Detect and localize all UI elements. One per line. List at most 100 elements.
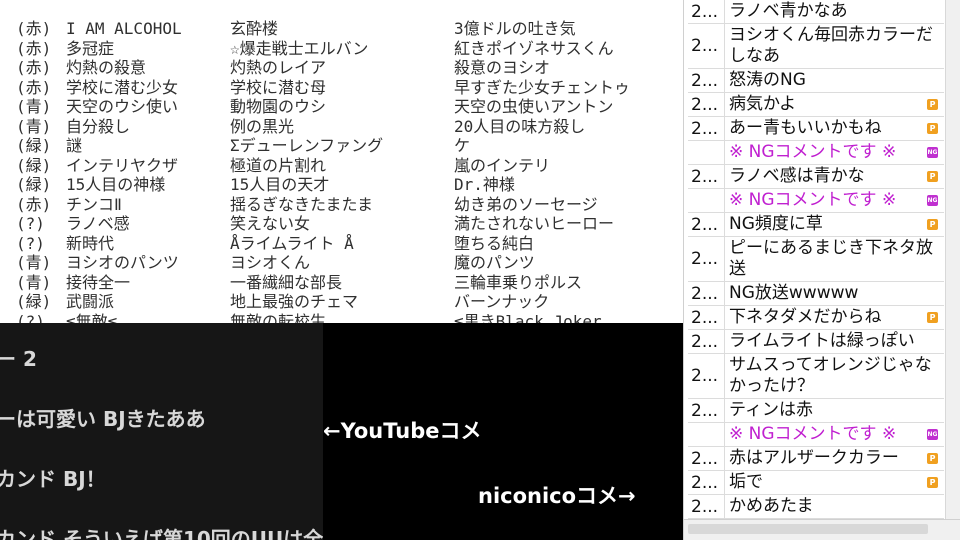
comment-row[interactable]: ※ NGコメントです ※ NG — [688, 423, 944, 447]
comment-text: 垢で — [729, 472, 763, 492]
comment-row[interactable]: 2... NG頻度に草 P — [688, 213, 944, 237]
name-cell: 学校に潜む少女 — [66, 77, 179, 97]
comment-row[interactable]: 2... サムスってオレンジじゃなかったけ？ — [688, 354, 944, 399]
name-cell: 早すぎた少女チェントゥ — [454, 77, 631, 97]
name-cell: 無敵の転校生 — [230, 311, 327, 324]
team-color: (緑) — [16, 175, 52, 194]
comment-row[interactable]: 2... あー青もいいかもね P — [688, 117, 944, 141]
ng-icon: NG — [927, 429, 938, 440]
comment-row[interactable]: 2... ラノベ感は青かな P — [688, 165, 944, 189]
premium-icon: P — [927, 453, 938, 464]
name-cell: 殺意のヨシオ — [454, 58, 551, 77]
name-cell: 紅きポイゾネサスくん — [454, 38, 614, 58]
premium-icon: P — [927, 312, 938, 323]
name-cell: 灼熱の殺意 — [66, 58, 147, 77]
niconico-label: niconicoコメ→ — [478, 484, 636, 508]
team-color: (緑) — [16, 155, 52, 175]
comment-number: 2... — [688, 117, 725, 140]
comment-row[interactable]: 2... 怒涛のNG — [688, 69, 944, 93]
name-cell: 学校に潜む母 — [230, 77, 327, 97]
table-row: (青) 自分殺し 例の黒光 20人目の味方殺し — [0, 117, 683, 136]
comment-number — [688, 423, 725, 446]
comment-text: ヨシオくん毎回赤カラーだしなあ — [729, 25, 933, 66]
name-cell: 幼き弟のソーセージ — [454, 194, 598, 214]
name-cell: 満たされないヒーロー — [454, 214, 615, 233]
name-cell: 堕ちる純白 — [454, 233, 535, 253]
comment-row[interactable]: 2... かめあたま — [688, 495, 944, 519]
ng-comment-text: ※ NGコメントです ※ — [729, 424, 897, 444]
table-row: (?) 新時代 Åライムライト Å 堕ちる純白 — [0, 234, 683, 253]
table-row: (?) ラノベ感 笑えない女 満たされないヒーロー — [0, 214, 683, 233]
comment-text: ピーにあるまじき下ネタ放送 — [729, 238, 933, 279]
youtube-chat-panel: ー 2 ーは可愛い BJきたああ カンド BJ！ カンド そういえば第10回のUUは全 — [0, 323, 323, 540]
name-cell: 例の黒光 — [230, 116, 295, 136]
premium-icon: P — [927, 99, 938, 110]
name-cell: I AM ALCOHOL — [66, 19, 182, 38]
chat-message: ー 2 — [0, 347, 37, 371]
table-row: (赤) 灼熱の殺意 灼熱のレイア 殺意のヨシオ — [0, 58, 683, 77]
name-cell: ヨシオのパンツ — [66, 253, 179, 272]
comment-row[interactable]: 2... ヨシオくん毎回赤カラーだしなあ — [688, 24, 944, 69]
comment-row[interactable]: 2... ライムライトは緑っぽい — [688, 330, 944, 354]
table-row: (緑) 武闘派 地上最強のチェマ バーンナック — [0, 292, 683, 311]
comment-number — [688, 141, 725, 164]
comment-row[interactable]: 2... ティンは赤 — [688, 399, 944, 423]
comment-text: サムスってオレンジじゃなかったけ？ — [729, 355, 932, 396]
name-cell: 玄酔楼 — [230, 19, 279, 38]
comment-number: 2... — [688, 399, 725, 422]
comment-text: ティンは赤 — [729, 400, 813, 420]
youtube-label: ←YouTubeコメ — [323, 419, 482, 443]
label-area: ←YouTubeコメ niconicoコメ→ — [323, 323, 683, 540]
table-row: (赤) 学校に潜む少女 学校に潜む母 早すぎた少女チェントゥ — [0, 78, 683, 97]
comment-text: ライムライトは緑っぽい — [729, 331, 915, 351]
comment-number: 2... — [688, 213, 725, 236]
name-cell: Åライムライト Å — [230, 233, 354, 253]
comment-row[interactable]: 2... 病気かよ P — [688, 93, 944, 117]
team-color: (赤) — [16, 77, 52, 97]
name-cell: インテリヤクザ — [66, 155, 179, 175]
name-cell: 新時代 — [66, 233, 115, 253]
name-cell: ラノベ感 — [66, 214, 130, 233]
table-row: (赤) チンコⅡ 揺るぎなきたまたま 幼き弟のソーセージ — [0, 195, 683, 214]
comment-number: 2... — [688, 69, 725, 92]
table-row: (?) ≦無敵≦ 無敵の転校生 ≦黒きBlack Joker — [0, 312, 683, 324]
name-cell: 魔のパンツ — [454, 253, 535, 272]
comment-row[interactable]: 2... ピーにあるまじき下ネタ放送 — [688, 237, 944, 282]
comment-row[interactable]: 2... 下ネタダメだからね P — [688, 306, 944, 330]
horizontal-scrollbar[interactable] — [684, 519, 960, 540]
name-cell: ≦黒きBlack Joker — [454, 311, 602, 324]
comment-number: 2... — [688, 471, 725, 494]
niconico-comment-panel: 2... ラノベ青かなあ 2... ヨシオくん毎回赤カラーだしなあ 2... 怒涛のNG 2… — [683, 0, 960, 540]
comment-number: 2... — [688, 237, 725, 281]
comment-row[interactable]: 2... 赤はアルザークカラー P — [688, 447, 944, 471]
ng-icon: NG — [927, 195, 938, 206]
table-row: (赤) I AM ALCOHOL 玄酔楼 3億ドルの吐き気 — [0, 19, 683, 38]
chat-message: ーは可愛い BJきたああ — [0, 407, 206, 431]
name-cell: 地上最強のチェマ — [230, 292, 359, 311]
comment-number: 2... — [688, 93, 725, 116]
comment-row[interactable]: 2... NG放送wwwww — [688, 282, 944, 306]
name-cell: 一番繊細な部長 — [230, 272, 343, 292]
team-color: (緑) — [16, 136, 52, 155]
team-color: (青) — [16, 253, 52, 272]
chat-message: カンド そういえば第10回のUUは全 — [0, 527, 323, 540]
name-cell: 灼熱のレイア — [230, 58, 327, 77]
name-cell: 笑えない女 — [230, 214, 311, 233]
horizontal-scroll-thumb[interactable] — [688, 524, 928, 534]
vertical-scrollbar[interactable] — [945, 0, 960, 540]
comment-text: NG放送wwwww — [729, 283, 859, 303]
comment-text: あー青もいいかもね — [729, 118, 882, 138]
comment-row[interactable]: ※ NGコメントです ※ NG — [688, 141, 944, 165]
premium-icon: P — [927, 477, 938, 488]
comment-text: ラノベ感は青かな — [729, 166, 865, 186]
team-color: (?) — [16, 233, 45, 253]
comment-row[interactable]: ※ NGコメントです ※ NG — [688, 189, 944, 213]
name-cell: ヨシオくん — [230, 253, 311, 272]
comment-row[interactable]: 2... 垢で P — [688, 471, 944, 495]
comment-number: 2... — [688, 330, 725, 353]
comment-text: 赤はアルザークカラー — [729, 448, 899, 468]
comment-list: 2... ラノベ青かなあ 2... ヨシオくん毎回赤カラーだしなあ 2... 怒涛のNG 2… — [688, 0, 944, 519]
name-cell: Σデューレンファング — [230, 136, 384, 155]
table-row: (緑) インテリヤクザ 極道の片割れ 嵐のインテリ — [0, 156, 683, 175]
comment-row[interactable]: 2... ラノベ青かなあ — [688, 0, 944, 24]
